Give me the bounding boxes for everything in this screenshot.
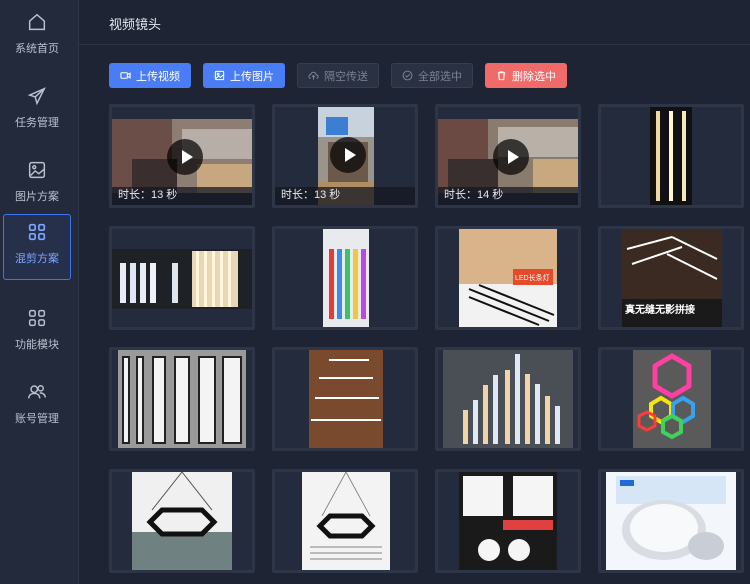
delete-selected-button[interactable]: 删除选中 bbox=[485, 63, 567, 88]
image-thumbnail bbox=[633, 350, 711, 448]
play-button[interactable] bbox=[167, 139, 203, 175]
image-thumbnail bbox=[650, 107, 692, 205]
upload-image-button[interactable]: 上传图片 bbox=[203, 63, 285, 88]
select-all-button[interactable]: 全部选中 bbox=[391, 63, 473, 88]
video-duration: 时长：13 秒 bbox=[118, 189, 178, 201]
image-thumbnail bbox=[302, 472, 390, 570]
media-tile-video[interactable]: 时长：14 秒 bbox=[435, 104, 581, 208]
play-button[interactable] bbox=[493, 139, 529, 175]
media-tile-image[interactable] bbox=[272, 347, 418, 451]
media-tile-image[interactable] bbox=[598, 347, 744, 451]
image-icon bbox=[214, 70, 225, 81]
modules-icon bbox=[28, 309, 46, 327]
image-thumbnail bbox=[309, 350, 383, 448]
page-title: 视频镜头 bbox=[109, 17, 162, 32]
sidebar-item-modules[interactable]: 功能模块 bbox=[3, 300, 71, 366]
media-tile-image[interactable] bbox=[109, 347, 255, 451]
image-thumbnail bbox=[606, 472, 736, 570]
play-icon bbox=[344, 148, 356, 162]
media-tile-video[interactable]: 时长：13 秒 bbox=[109, 104, 255, 208]
media-tile-image[interactable] bbox=[272, 226, 418, 330]
image-thumbnail bbox=[459, 472, 557, 570]
video-duration: 时长：13 秒 bbox=[281, 189, 341, 201]
sidebar-item-mix-plans[interactable]: 混剪方案 bbox=[3, 214, 71, 280]
media-tile-image[interactable] bbox=[435, 347, 581, 451]
image-thumbnail bbox=[118, 350, 246, 448]
home-icon bbox=[28, 13, 46, 31]
sidebar-item-label: 功能模块 bbox=[15, 339, 59, 351]
sidebar-item-home[interactable]: 系统首页 bbox=[3, 4, 71, 70]
cloud-upload-icon bbox=[308, 71, 319, 80]
sidebar-item-label: 任务管理 bbox=[15, 117, 59, 129]
media-tile-image[interactable]: LED长条灯 bbox=[435, 226, 581, 330]
image-thumbnail bbox=[443, 350, 573, 448]
sidebar-item-label: 系统首页 bbox=[15, 43, 59, 55]
play-button[interactable] bbox=[330, 137, 366, 173]
play-icon bbox=[181, 150, 193, 164]
play-icon bbox=[507, 150, 519, 164]
image-thumbnail bbox=[132, 472, 232, 570]
sidebar: 系统首页 任务管理 图片方案 混剪方案 功能模块 账号管理 bbox=[0, 0, 79, 584]
grid-icon bbox=[28, 223, 46, 241]
main-panel: 视频镜头 上传视频 上传图片 隔空传送 全部选中 删除选中 时长：13 秒 时长… bbox=[79, 0, 750, 584]
media-tile-image[interactable] bbox=[109, 226, 255, 330]
sidebar-item-label: 账号管理 bbox=[15, 413, 59, 425]
image-caption: 真无缝无影拼接 bbox=[625, 305, 695, 316]
image-thumbnail bbox=[112, 249, 252, 309]
sidebar-item-tasks[interactable]: 任务管理 bbox=[3, 78, 71, 144]
media-tile-image[interactable] bbox=[109, 469, 255, 573]
sidebar-item-image-plans[interactable]: 图片方案 bbox=[3, 152, 71, 218]
media-tile-image[interactable] bbox=[598, 104, 744, 208]
users-icon bbox=[28, 385, 46, 399]
header: 视频镜头 bbox=[79, 0, 750, 45]
sidebar-item-label: 混剪方案 bbox=[15, 253, 59, 265]
airdrop-button[interactable]: 隔空传送 bbox=[297, 63, 379, 88]
media-tile-video[interactable]: 时长：13 秒 bbox=[272, 104, 418, 208]
media-tile-image[interactable] bbox=[272, 469, 418, 573]
check-circle-icon bbox=[402, 70, 413, 81]
upload-video-button[interactable]: 上传视频 bbox=[109, 63, 191, 88]
image-thumbnail bbox=[323, 229, 369, 327]
trash-icon bbox=[497, 71, 506, 81]
video-duration: 时长：14 秒 bbox=[444, 189, 504, 201]
sidebar-item-accounts[interactable]: 账号管理 bbox=[3, 374, 71, 440]
sidebar-item-label: 图片方案 bbox=[15, 191, 59, 203]
image-caption: LED长条灯 bbox=[515, 275, 550, 282]
video-camera-icon bbox=[120, 72, 131, 79]
media-tile-image[interactable]: 真无缝无影拼接 bbox=[598, 226, 744, 330]
media-tile-image[interactable] bbox=[435, 469, 581, 573]
media-tile-image[interactable] bbox=[598, 469, 744, 573]
image-icon bbox=[28, 161, 46, 179]
paper-plane-icon bbox=[27, 87, 46, 106]
